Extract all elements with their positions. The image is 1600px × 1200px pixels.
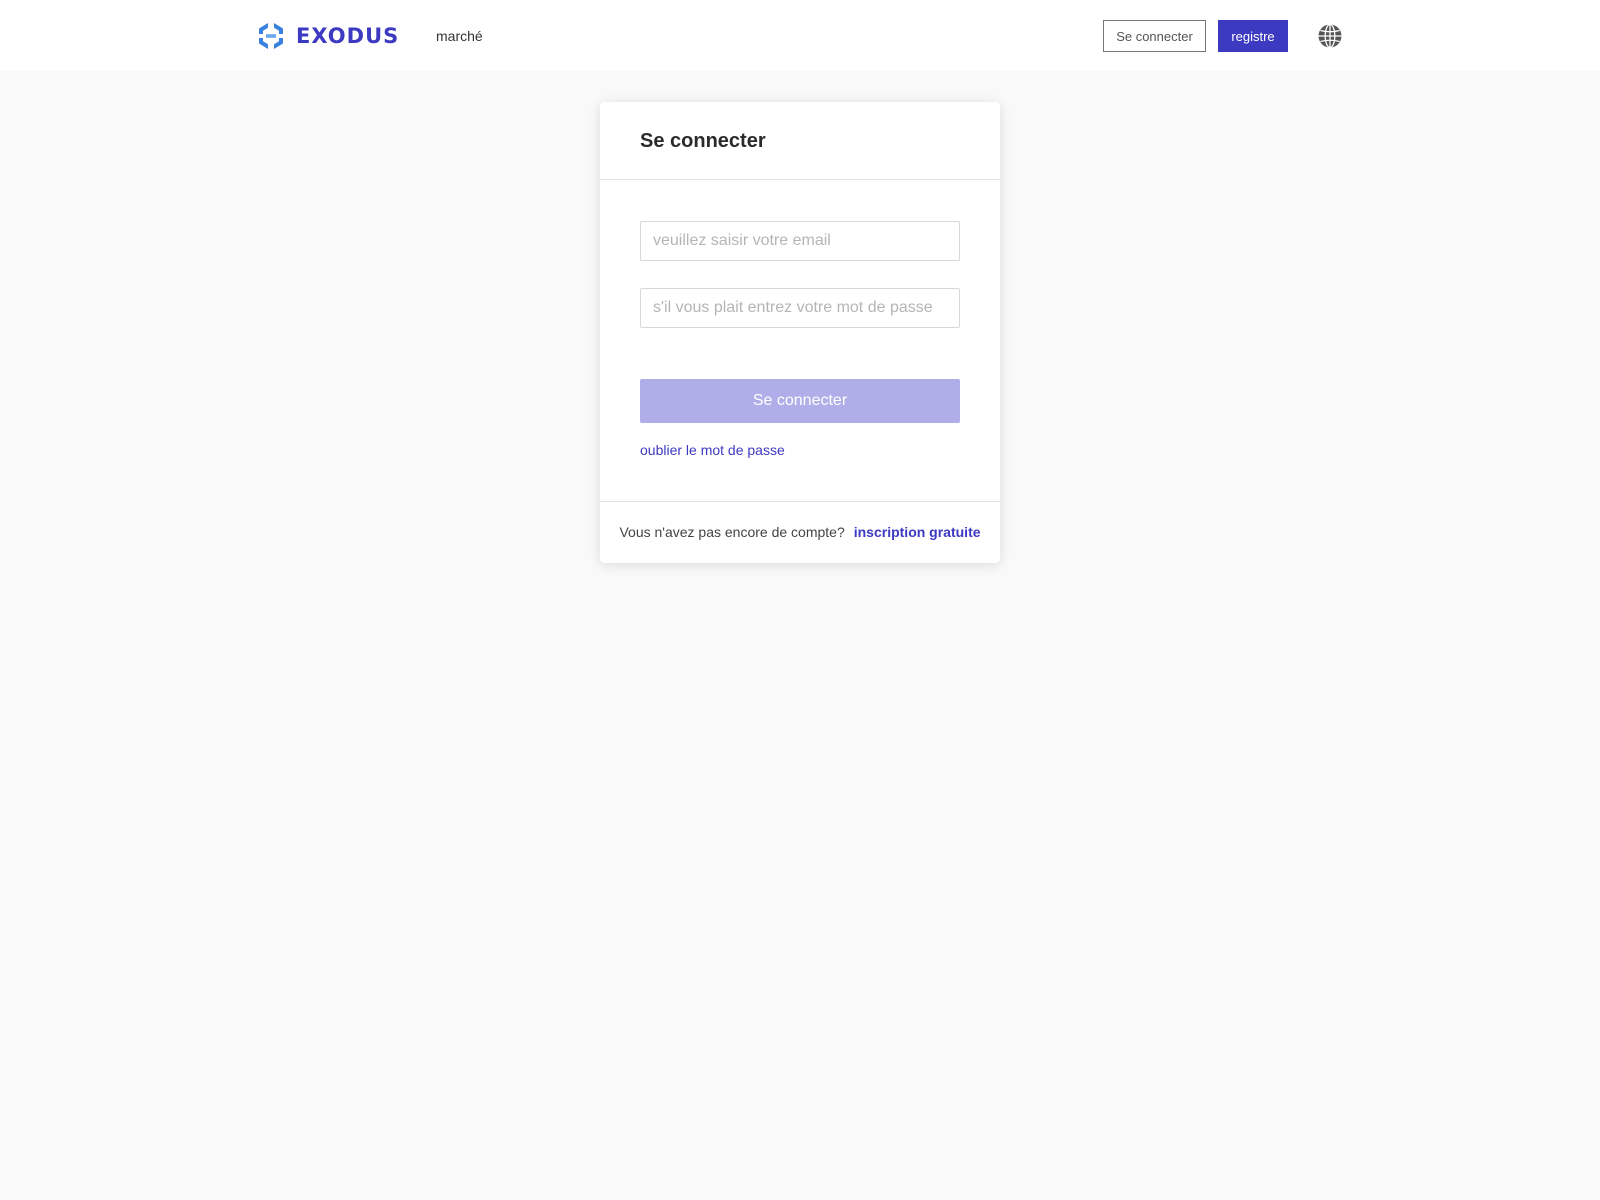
header-login-button[interactable]: Se connecter [1103,20,1206,52]
email-input[interactable] [640,221,960,261]
exodus-logo-icon [259,23,283,49]
login-title: Se connecter [640,130,766,152]
login-card: Se connecter Se connecter oublier le mot… [600,102,1000,563]
password-input[interactable] [640,288,960,328]
login-card-footer: Vous n'avez pas encore de compte? inscri… [600,502,1000,562]
free-signup-link[interactable]: inscription gratuite [854,524,981,540]
login-submit-button[interactable]: Se connecter [640,379,960,423]
language-selector[interactable] [1317,23,1343,49]
globe-icon [1318,23,1342,49]
header-register-button[interactable]: registre [1218,20,1288,52]
logo-text: EXODUS [296,24,400,48]
login-form: Se connecter oublier le mot de passe [600,180,1000,502]
exodus-logo[interactable]: EXODUS [255,20,399,52]
nav-market-link[interactable]: marché [436,25,483,47]
forgot-password-link[interactable]: oublier le mot de passe [640,440,785,460]
top-header: EXODUS marché Se connecter registre [0,0,1600,71]
login-card-header: Se connecter [600,102,1000,180]
no-account-text: Vous n'avez pas encore de compte? [619,524,845,540]
